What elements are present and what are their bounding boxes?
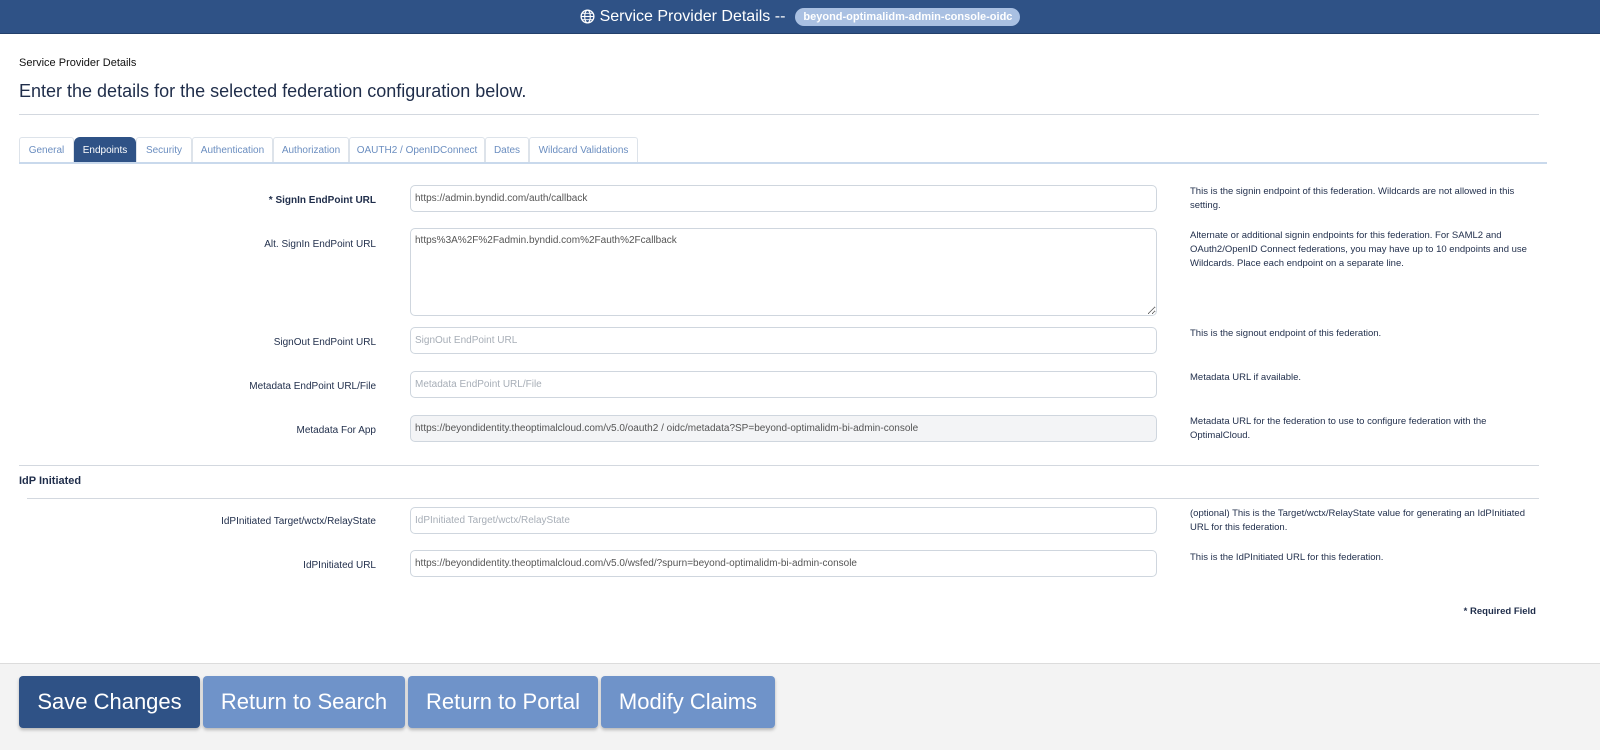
metadata-endpoint-label: Metadata EndPoint URL/File	[249, 381, 376, 392]
tab-underline	[19, 162, 1547, 164]
tab-security[interactable]: Security	[136, 137, 192, 163]
divider	[19, 465, 1539, 466]
idp-url-help: This is the IdPInitiated URL for this fe…	[1190, 552, 1384, 563]
tab-bar: General Endpoints Security Authenticatio…	[19, 137, 638, 163]
idp-initiated-heading: IdP Initiated	[19, 475, 82, 487]
title-bar: Service Provider Details -- beyond-optim…	[0, 0, 1600, 34]
page-title: Service Provider Details --	[599, 7, 786, 25]
tab-authorization[interactable]: Authorization	[273, 137, 349, 163]
tab-general[interactable]: General	[19, 137, 74, 163]
signout-endpoint-input[interactable]	[410, 327, 1157, 354]
divider	[27, 498, 1539, 499]
metadata-endpoint-input[interactable]	[410, 371, 1157, 398]
metadata-for-app-input[interactable]	[410, 415, 1157, 442]
page-lead: Enter the details for the selected feder…	[19, 81, 527, 101]
idp-target-label: IdPInitiated Target/wctx/RelayState	[221, 516, 376, 527]
modify-claims-button[interactable]: Modify Claims	[601, 676, 775, 728]
signin-endpoint-help: This is the signin endpoint of this fede…	[1190, 186, 1515, 211]
signin-endpoint-label: * SignIn EndPoint URL	[268, 195, 376, 206]
return-to-search-button[interactable]: Return to Search	[203, 676, 405, 728]
idp-url-input[interactable]	[410, 550, 1157, 577]
idp-url-label: IdPInitiated URL	[303, 560, 376, 571]
alt-signin-endpoint-textarea[interactable]: https%3A%2F%2Fadmin.byndid.com%2Fauth%2F…	[410, 228, 1157, 316]
tab-dates[interactable]: Dates	[485, 137, 529, 163]
alt-signin-endpoint-help: Alternate or additional signin endpoints…	[1190, 230, 1527, 269]
idp-target-input[interactable]	[410, 507, 1157, 534]
save-changes-button[interactable]: Save Changes	[19, 676, 200, 728]
metadata-for-app-label: Metadata For App	[296, 425, 377, 436]
metadata-for-app-help: Metadata URL for the federation to use t…	[1190, 416, 1487, 441]
signout-endpoint-help: This is the signout endpoint of this fed…	[1190, 328, 1382, 339]
breadcrumb: Service Provider Details	[19, 57, 137, 69]
globe-icon	[580, 9, 595, 24]
signin-endpoint-input[interactable]	[410, 185, 1157, 212]
alt-signin-endpoint-label: Alt. SignIn EndPoint URL	[264, 239, 376, 250]
return-to-portal-button[interactable]: Return to Portal	[408, 676, 598, 728]
tab-wildcard-validations[interactable]: Wildcard Validations	[529, 137, 638, 163]
tab-endpoints[interactable]: Endpoints	[74, 137, 136, 163]
metadata-endpoint-help: Metadata URL if available.	[1190, 372, 1302, 383]
signout-endpoint-label: SignOut EndPoint URL	[273, 337, 376, 348]
idp-target-help: (optional) This is the Target/wctx/Relay…	[1190, 508, 1525, 533]
tab-authentication[interactable]: Authentication	[192, 137, 273, 163]
required-field-note: * Required Field	[1463, 606, 1536, 617]
divider	[19, 114, 1539, 115]
tab-oauth2-openidconnect[interactable]: OAUTH2 / OpenIDConnect	[349, 137, 485, 163]
app-badge: beyond-optimalidm-admin-console-oidc	[795, 7, 1021, 26]
